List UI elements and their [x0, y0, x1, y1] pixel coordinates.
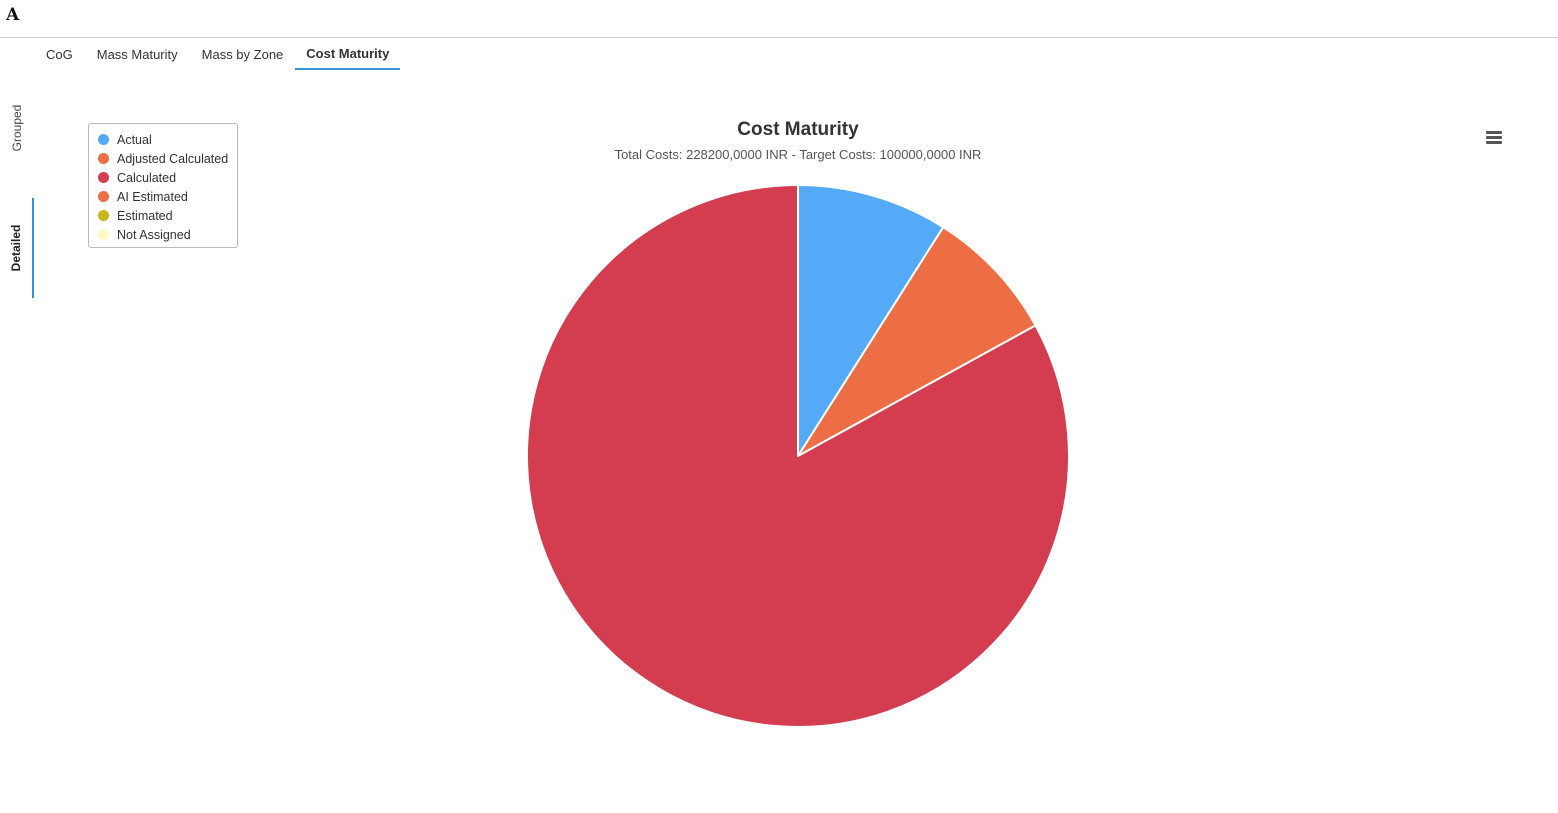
menu-bar-middle — [1486, 136, 1502, 139]
menu-bar-bottom — [1486, 141, 1502, 144]
app-logo: A — [6, 5, 20, 25]
tab-cog[interactable]: CoG — [34, 40, 85, 70]
legend-item-ai-estimated[interactable]: AI Estimated — [98, 187, 237, 206]
legend-item-calculated[interactable]: Calculated — [98, 168, 237, 187]
legend-item-not-assigned[interactable]: Not Assigned — [98, 225, 237, 244]
side-tab-detailed[interactable]: Detailed — [0, 198, 34, 298]
tab-cost-maturity[interactable]: Cost Maturity — [295, 40, 401, 70]
legend-marker-calculated — [98, 172, 109, 183]
tab-mass-maturity[interactable]: Mass Maturity — [85, 40, 190, 70]
legend-marker-estimated — [98, 210, 109, 221]
top-bar: A — [0, 0, 1558, 38]
legend-item-estimated[interactable]: Estimated — [98, 206, 237, 225]
legend-label-ai-estimated: AI Estimated — [117, 189, 188, 204]
legend-label-calculated: Calculated — [117, 170, 177, 185]
tab-bar: CoG Mass Maturity Mass by Zone Cost Matu… — [34, 40, 401, 70]
chart-subtitle: Total Costs: 228200,0000 INR - Target Co… — [614, 147, 982, 162]
legend-label-not-assigned: Not Assigned — [117, 227, 191, 242]
legend-label-estimated: Estimated — [117, 208, 173, 223]
chart-legend: Actual Adjusted Calculated Calculated AI… — [88, 123, 238, 248]
side-tab-detailed-label: Detailed — [9, 224, 23, 272]
menu-bar-top — [1486, 131, 1502, 134]
hamburger-menu-icon[interactable] — [1482, 126, 1506, 150]
tab-mass-by-zone[interactable]: Mass by Zone — [190, 40, 296, 70]
chart-title: Cost Maturity — [737, 119, 859, 140]
legend-marker-not-assigned — [98, 229, 109, 240]
legend-marker-ai-estimated — [98, 191, 109, 202]
